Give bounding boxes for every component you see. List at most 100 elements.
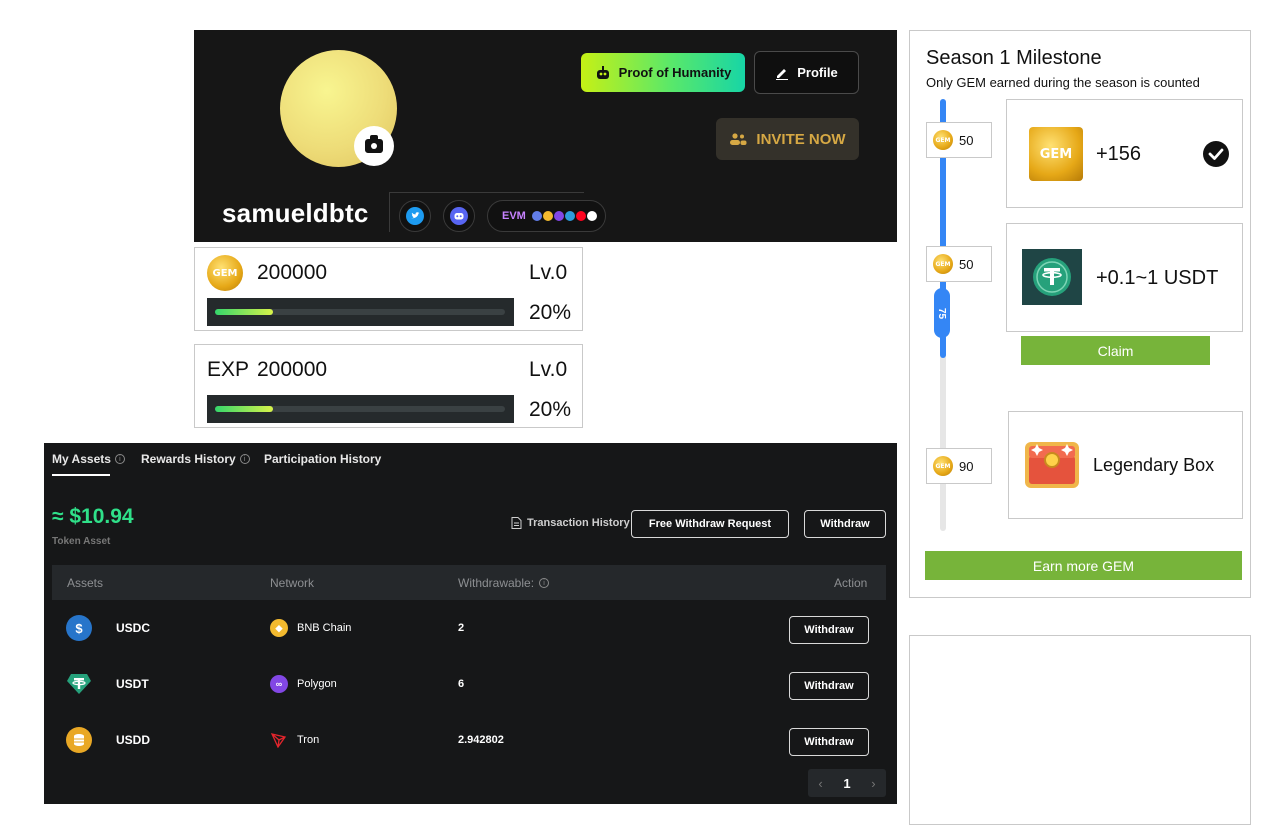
milestone-progress-badge: 75 — [934, 288, 950, 338]
free-withdraw-request-button[interactable]: Free Withdraw Request — [631, 510, 789, 538]
network-name: Tron — [297, 734, 320, 746]
polygon-icon: ∞ — [270, 675, 288, 693]
gem-stat-box: GEM 200000 Lv.0 20% — [194, 247, 583, 331]
bnb-chain-icon: ◆ — [270, 619, 288, 637]
milestone-title: Season 1 Milestone — [926, 47, 1102, 69]
withdrawable-label: Withdrawable: — [458, 576, 535, 590]
season-milestone-card: Season 1 Milestone Only GEM earned durin… — [909, 30, 1251, 598]
claim-button[interactable]: Claim — [1021, 336, 1210, 365]
row-withdraw-button[interactable]: Withdraw — [789, 672, 869, 700]
exp-percent: 20% — [529, 398, 572, 421]
withdrawable-amount: 2 — [458, 622, 465, 634]
column-header-action: Action — [834, 576, 868, 590]
twitter-icon — [406, 207, 424, 225]
exp-label: EXP — [207, 358, 250, 381]
column-header-network: Network — [270, 576, 315, 590]
discord-button[interactable] — [443, 200, 475, 232]
milestone-cost-tag: GEM 50 — [926, 246, 992, 282]
assets-table-header: Assets Network Withdrawable: i Action — [52, 565, 886, 600]
social-divider — [389, 192, 584, 193]
asset-name: USDC — [116, 621, 151, 635]
network-name: Polygon — [297, 678, 337, 690]
milestone-cost-tag: GEM 90 — [926, 448, 992, 484]
milestone-subtitle: Only GEM earned during the season is cou… — [926, 75, 1200, 90]
active-tab-indicator — [52, 474, 110, 476]
cost-value: 90 — [959, 458, 974, 474]
gem-coin-icon: GEM — [1029, 127, 1083, 181]
proof-of-humanity-button[interactable]: Proof of Humanity — [581, 53, 745, 92]
proof-of-humanity-label: Proof of Humanity — [618, 65, 732, 80]
row-withdraw-button[interactable]: Withdraw — [789, 616, 869, 644]
tab-participation-history[interactable]: Participation History — [264, 452, 381, 466]
evm-label: EVM — [502, 210, 526, 222]
withdraw-button[interactable]: Withdraw — [804, 510, 886, 538]
pencil-icon — [776, 68, 789, 80]
table-row: USDT ∞ Polygon 6 Withdraw — [52, 657, 886, 713]
tab-label: Participation History — [264, 452, 382, 466]
gem-progress-fill — [215, 309, 273, 315]
usdd-icon — [66, 727, 92, 753]
profile-label: Profile — [797, 65, 838, 80]
gem-level: Lv.0 — [529, 261, 568, 284]
twitter-button[interactable] — [399, 200, 431, 232]
next-page-button[interactable]: › — [871, 776, 875, 791]
exp-stat-box: EXP 200000 Lv.0 20% — [194, 344, 583, 428]
asset-name: USDD — [116, 733, 151, 747]
usdc-icon: $ — [66, 615, 92, 641]
transaction-history-link[interactable]: Transaction History — [511, 517, 630, 529]
exp-value: 200000 — [257, 358, 328, 381]
document-icon — [511, 517, 522, 529]
tab-rewards-history[interactable]: Rewards History i — [141, 452, 250, 466]
tab-my-assets[interactable]: My Assets i — [52, 452, 125, 466]
asset-name: USDT — [116, 677, 149, 691]
check-circle-icon — [1203, 141, 1229, 167]
discord-icon — [450, 207, 468, 225]
profile-button[interactable]: Profile — [754, 51, 859, 94]
column-header-assets: Assets — [67, 576, 104, 590]
gem-coin-icon: GEM — [933, 130, 953, 150]
users-icon — [730, 133, 747, 145]
camera-icon[interactable] — [354, 126, 394, 166]
milestone-cost-tag: GEM 50 — [926, 122, 992, 158]
gem-coin-icon: GEM — [933, 254, 953, 274]
transaction-history-label: Transaction History — [527, 517, 630, 529]
info-icon: i — [114, 454, 125, 464]
invite-label: INVITE NOW — [756, 130, 846, 148]
gem-percent: 20% — [529, 301, 572, 324]
reward-name: Legendary Box — [1093, 455, 1215, 475]
treasure-chest-icon — [1023, 438, 1081, 490]
exp-progress-fill — [215, 406, 273, 412]
exp-progress-bar — [207, 395, 514, 423]
column-header-withdrawable: Withdrawable: i — [458, 576, 550, 590]
tron-icon — [270, 731, 288, 749]
reward-amount: +0.1~1 USDT — [1096, 267, 1219, 289]
milestone-reward-card: +0.1~1 USDT — [1006, 223, 1243, 332]
robot-icon — [596, 65, 609, 79]
cost-value: 50 — [959, 256, 974, 272]
info-icon: i — [539, 578, 550, 588]
evm-wallets[interactable]: EVM — [487, 200, 606, 232]
network-name: BNB Chain — [297, 622, 352, 634]
usdt-icon — [66, 671, 92, 697]
assets-panel: My Assets i Rewards History i Participat… — [44, 443, 897, 804]
prev-page-button[interactable]: ‹ — [818, 776, 822, 791]
empty-card — [909, 635, 1251, 825]
tab-label: Rewards History — [141, 452, 236, 466]
more-icon — [585, 210, 598, 222]
info-icon: i — [239, 454, 250, 464]
table-row: $ USDC ◆ BNB Chain 2 Withdraw — [52, 601, 886, 657]
usdt-icon — [1022, 249, 1082, 305]
milestone-reward-card: Legendary Box — [1008, 411, 1243, 519]
profile-banner: Proof of Humanity Profile INVITE NOW sam… — [194, 30, 897, 242]
current-page[interactable]: 1 — [843, 776, 850, 791]
earn-more-gem-button[interactable]: Earn more GEM — [925, 551, 1242, 580]
milestone-reward-card: GEM +156 — [1006, 99, 1243, 208]
pagination: ‹ 1 › — [808, 769, 886, 797]
total-token-caption: Token Asset — [52, 536, 111, 547]
gem-coin-icon: GEM — [933, 456, 953, 476]
reward-amount: +156 — [1096, 143, 1142, 165]
row-withdraw-button[interactable]: Withdraw — [789, 728, 869, 756]
social-divider-vertical — [389, 192, 390, 232]
invite-now-button[interactable]: INVITE NOW — [716, 118, 859, 160]
gem-progress-bar — [207, 298, 514, 326]
